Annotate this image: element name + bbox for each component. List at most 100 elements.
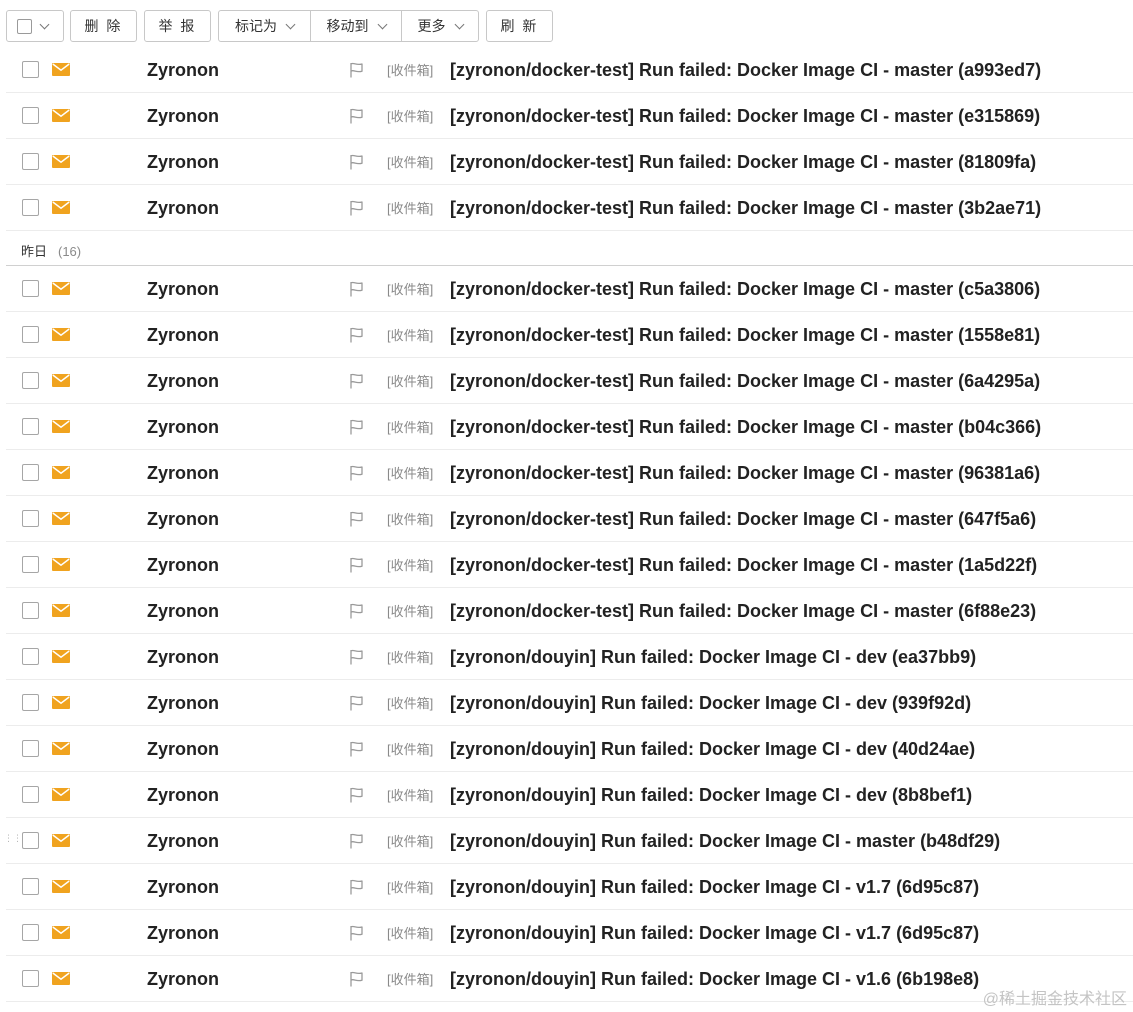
row-checkbox[interactable] — [22, 602, 39, 619]
email-row[interactable]: Zyronon [收件箱] [zyronon/douyin] Run faile… — [6, 956, 1133, 1002]
flag-icon[interactable] — [349, 419, 364, 435]
flag-icon[interactable] — [349, 649, 364, 665]
email-subject[interactable]: [zyronon/docker-test] Run failed: Docker… — [450, 370, 1040, 392]
email-row[interactable]: Zyronon [收件箱] [zyronon/docker-test] Run … — [6, 312, 1133, 358]
report-button[interactable]: 举 报 — [144, 10, 211, 42]
flag-icon[interactable] — [349, 465, 364, 481]
email-subject[interactable]: [zyronon/douyin] Run failed: Docker Imag… — [450, 830, 1000, 852]
row-checkbox[interactable] — [22, 786, 39, 803]
email-row[interactable]: Zyronon [收件箱] [zyronon/docker-test] Run … — [6, 450, 1133, 496]
sender-name: Zyronon — [147, 785, 219, 805]
email-subject[interactable]: [zyronon/docker-test] Run failed: Docker… — [450, 508, 1036, 530]
email-subject[interactable]: [zyronon/douyin] Run failed: Docker Imag… — [450, 876, 979, 898]
email-subject[interactable]: [zyronon/docker-test] Run failed: Docker… — [450, 462, 1040, 484]
row-checkbox[interactable] — [22, 556, 39, 573]
envelope-icon — [52, 328, 70, 341]
mark-as-dropdown[interactable]: 标记为 — [219, 11, 310, 41]
more-dropdown[interactable]: 更多 — [401, 11, 478, 41]
flag-icon[interactable] — [349, 695, 364, 711]
row-checkbox[interactable] — [22, 924, 39, 941]
email-row[interactable]: Zyronon [收件箱] [zyronon/douyin] Run faile… — [6, 680, 1133, 726]
flag-icon[interactable] — [349, 281, 364, 297]
envelope-icon — [52, 466, 70, 479]
email-subject[interactable]: [zyronon/docker-test] Run failed: Docker… — [450, 416, 1041, 438]
flag-icon[interactable] — [349, 833, 364, 849]
row-checkbox[interactable] — [22, 694, 39, 711]
email-row[interactable]: Zyronon [收件箱] [zyronon/douyin] Run faile… — [6, 910, 1133, 956]
flag-icon[interactable] — [349, 373, 364, 389]
flag-icon[interactable] — [349, 925, 364, 941]
envelope-icon — [52, 650, 70, 663]
row-checkbox[interactable] — [22, 878, 39, 895]
flag-icon[interactable] — [349, 557, 364, 573]
drag-handle-icon[interactable]: ⋮⋮ — [4, 834, 22, 846]
email-row[interactable]: Zyronon [收件箱] [zyronon/docker-test] Run … — [6, 542, 1133, 588]
email-row[interactable]: Zyronon [收件箱] [zyronon/douyin] Run faile… — [4, 818, 1133, 864]
row-checkbox[interactable] — [22, 326, 39, 343]
email-subject[interactable]: [zyronon/docker-test] Run failed: Docker… — [450, 554, 1037, 576]
row-checkbox[interactable] — [22, 153, 39, 170]
email-row[interactable]: Zyronon [收件箱] [zyronon/docker-test] Run … — [6, 93, 1133, 139]
delete-button[interactable]: 删 除 — [70, 10, 137, 42]
email-subject[interactable]: [zyronon/douyin] Run failed: Docker Imag… — [450, 784, 972, 806]
flag-icon[interactable] — [349, 741, 364, 757]
email-subject[interactable]: [zyronon/docker-test] Run failed: Docker… — [450, 151, 1036, 173]
email-row[interactable]: Zyronon [收件箱] [zyronon/docker-test] Run … — [6, 588, 1133, 634]
email-subject[interactable]: [zyronon/docker-test] Run failed: Docker… — [450, 59, 1041, 81]
sender-name: Zyronon — [147, 877, 219, 897]
row-checkbox[interactable] — [22, 372, 39, 389]
row-checkbox[interactable] — [22, 648, 39, 665]
email-row[interactable]: Zyronon [收件箱] [zyronon/docker-test] Run … — [6, 47, 1133, 93]
row-checkbox[interactable] — [22, 280, 39, 297]
email-row[interactable]: Zyronon [收件箱] [zyronon/docker-test] Run … — [6, 358, 1133, 404]
email-row[interactable]: Zyronon [收件箱] [zyronon/docker-test] Run … — [6, 266, 1133, 312]
chevron-down-icon — [454, 19, 464, 29]
email-row[interactable]: Zyronon [收件箱] [zyronon/douyin] Run faile… — [6, 634, 1133, 680]
email-row[interactable]: Zyronon [收件箱] [zyronon/douyin] Run faile… — [6, 726, 1133, 772]
flag-icon[interactable] — [349, 200, 364, 216]
row-checkbox[interactable] — [22, 418, 39, 435]
folder-tag: [收件箱] — [387, 788, 434, 803]
flag-icon[interactable] — [349, 327, 364, 343]
flag-icon[interactable] — [349, 108, 364, 124]
email-subject[interactable]: [zyronon/douyin] Run failed: Docker Imag… — [450, 738, 975, 760]
email-row[interactable]: Zyronon [收件箱] [zyronon/douyin] Run faile… — [6, 864, 1133, 910]
email-subject[interactable]: [zyronon/douyin] Run failed: Docker Imag… — [450, 692, 971, 714]
sender-name: Zyronon — [147, 509, 219, 529]
email-row[interactable]: Zyronon [收件箱] [zyronon/docker-test] Run … — [6, 496, 1133, 542]
row-checkbox[interactable] — [22, 832, 39, 849]
select-all-dropdown[interactable] — [6, 10, 64, 42]
flag-icon[interactable] — [349, 603, 364, 619]
select-all-checkbox[interactable] — [17, 18, 32, 34]
flag-icon[interactable] — [349, 879, 364, 895]
flag-icon[interactable] — [349, 154, 364, 170]
email-row[interactable]: Zyronon [收件箱] [zyronon/docker-test] Run … — [6, 185, 1133, 231]
flag-icon[interactable] — [349, 511, 364, 527]
email-subject[interactable]: [zyronon/docker-test] Run failed: Docker… — [450, 105, 1040, 127]
row-checkbox[interactable] — [22, 510, 39, 527]
email-subject[interactable]: [zyronon/docker-test] Run failed: Docker… — [450, 600, 1036, 622]
row-checkbox[interactable] — [22, 740, 39, 757]
envelope-icon — [52, 926, 70, 939]
row-checkbox[interactable] — [22, 970, 39, 987]
flag-icon[interactable] — [349, 62, 364, 78]
sender-name: Zyronon — [147, 198, 219, 218]
email-subject[interactable]: [zyronon/docker-test] Run failed: Docker… — [450, 197, 1041, 219]
row-checkbox[interactable] — [22, 199, 39, 216]
envelope-icon — [52, 558, 70, 571]
email-row[interactable]: Zyronon [收件箱] [zyronon/docker-test] Run … — [6, 404, 1133, 450]
email-subject[interactable]: [zyronon/douyin] Run failed: Docker Imag… — [450, 646, 976, 668]
refresh-button[interactable]: 刷 新 — [486, 10, 553, 42]
email-subject[interactable]: [zyronon/docker-test] Run failed: Docker… — [450, 278, 1040, 300]
flag-icon[interactable] — [349, 971, 364, 987]
email-row[interactable]: Zyronon [收件箱] [zyronon/docker-test] Run … — [6, 139, 1133, 185]
row-checkbox[interactable] — [22, 61, 39, 78]
email-row[interactable]: Zyronon [收件箱] [zyronon/douyin] Run faile… — [6, 772, 1133, 818]
move-to-dropdown[interactable]: 移动到 — [310, 11, 401, 41]
row-checkbox[interactable] — [22, 107, 39, 124]
flag-icon[interactable] — [349, 787, 364, 803]
email-subject[interactable]: [zyronon/douyin] Run failed: Docker Imag… — [450, 968, 979, 990]
email-subject[interactable]: [zyronon/douyin] Run failed: Docker Imag… — [450, 922, 979, 944]
row-checkbox[interactable] — [22, 464, 39, 481]
email-subject[interactable]: [zyronon/docker-test] Run failed: Docker… — [450, 324, 1040, 346]
